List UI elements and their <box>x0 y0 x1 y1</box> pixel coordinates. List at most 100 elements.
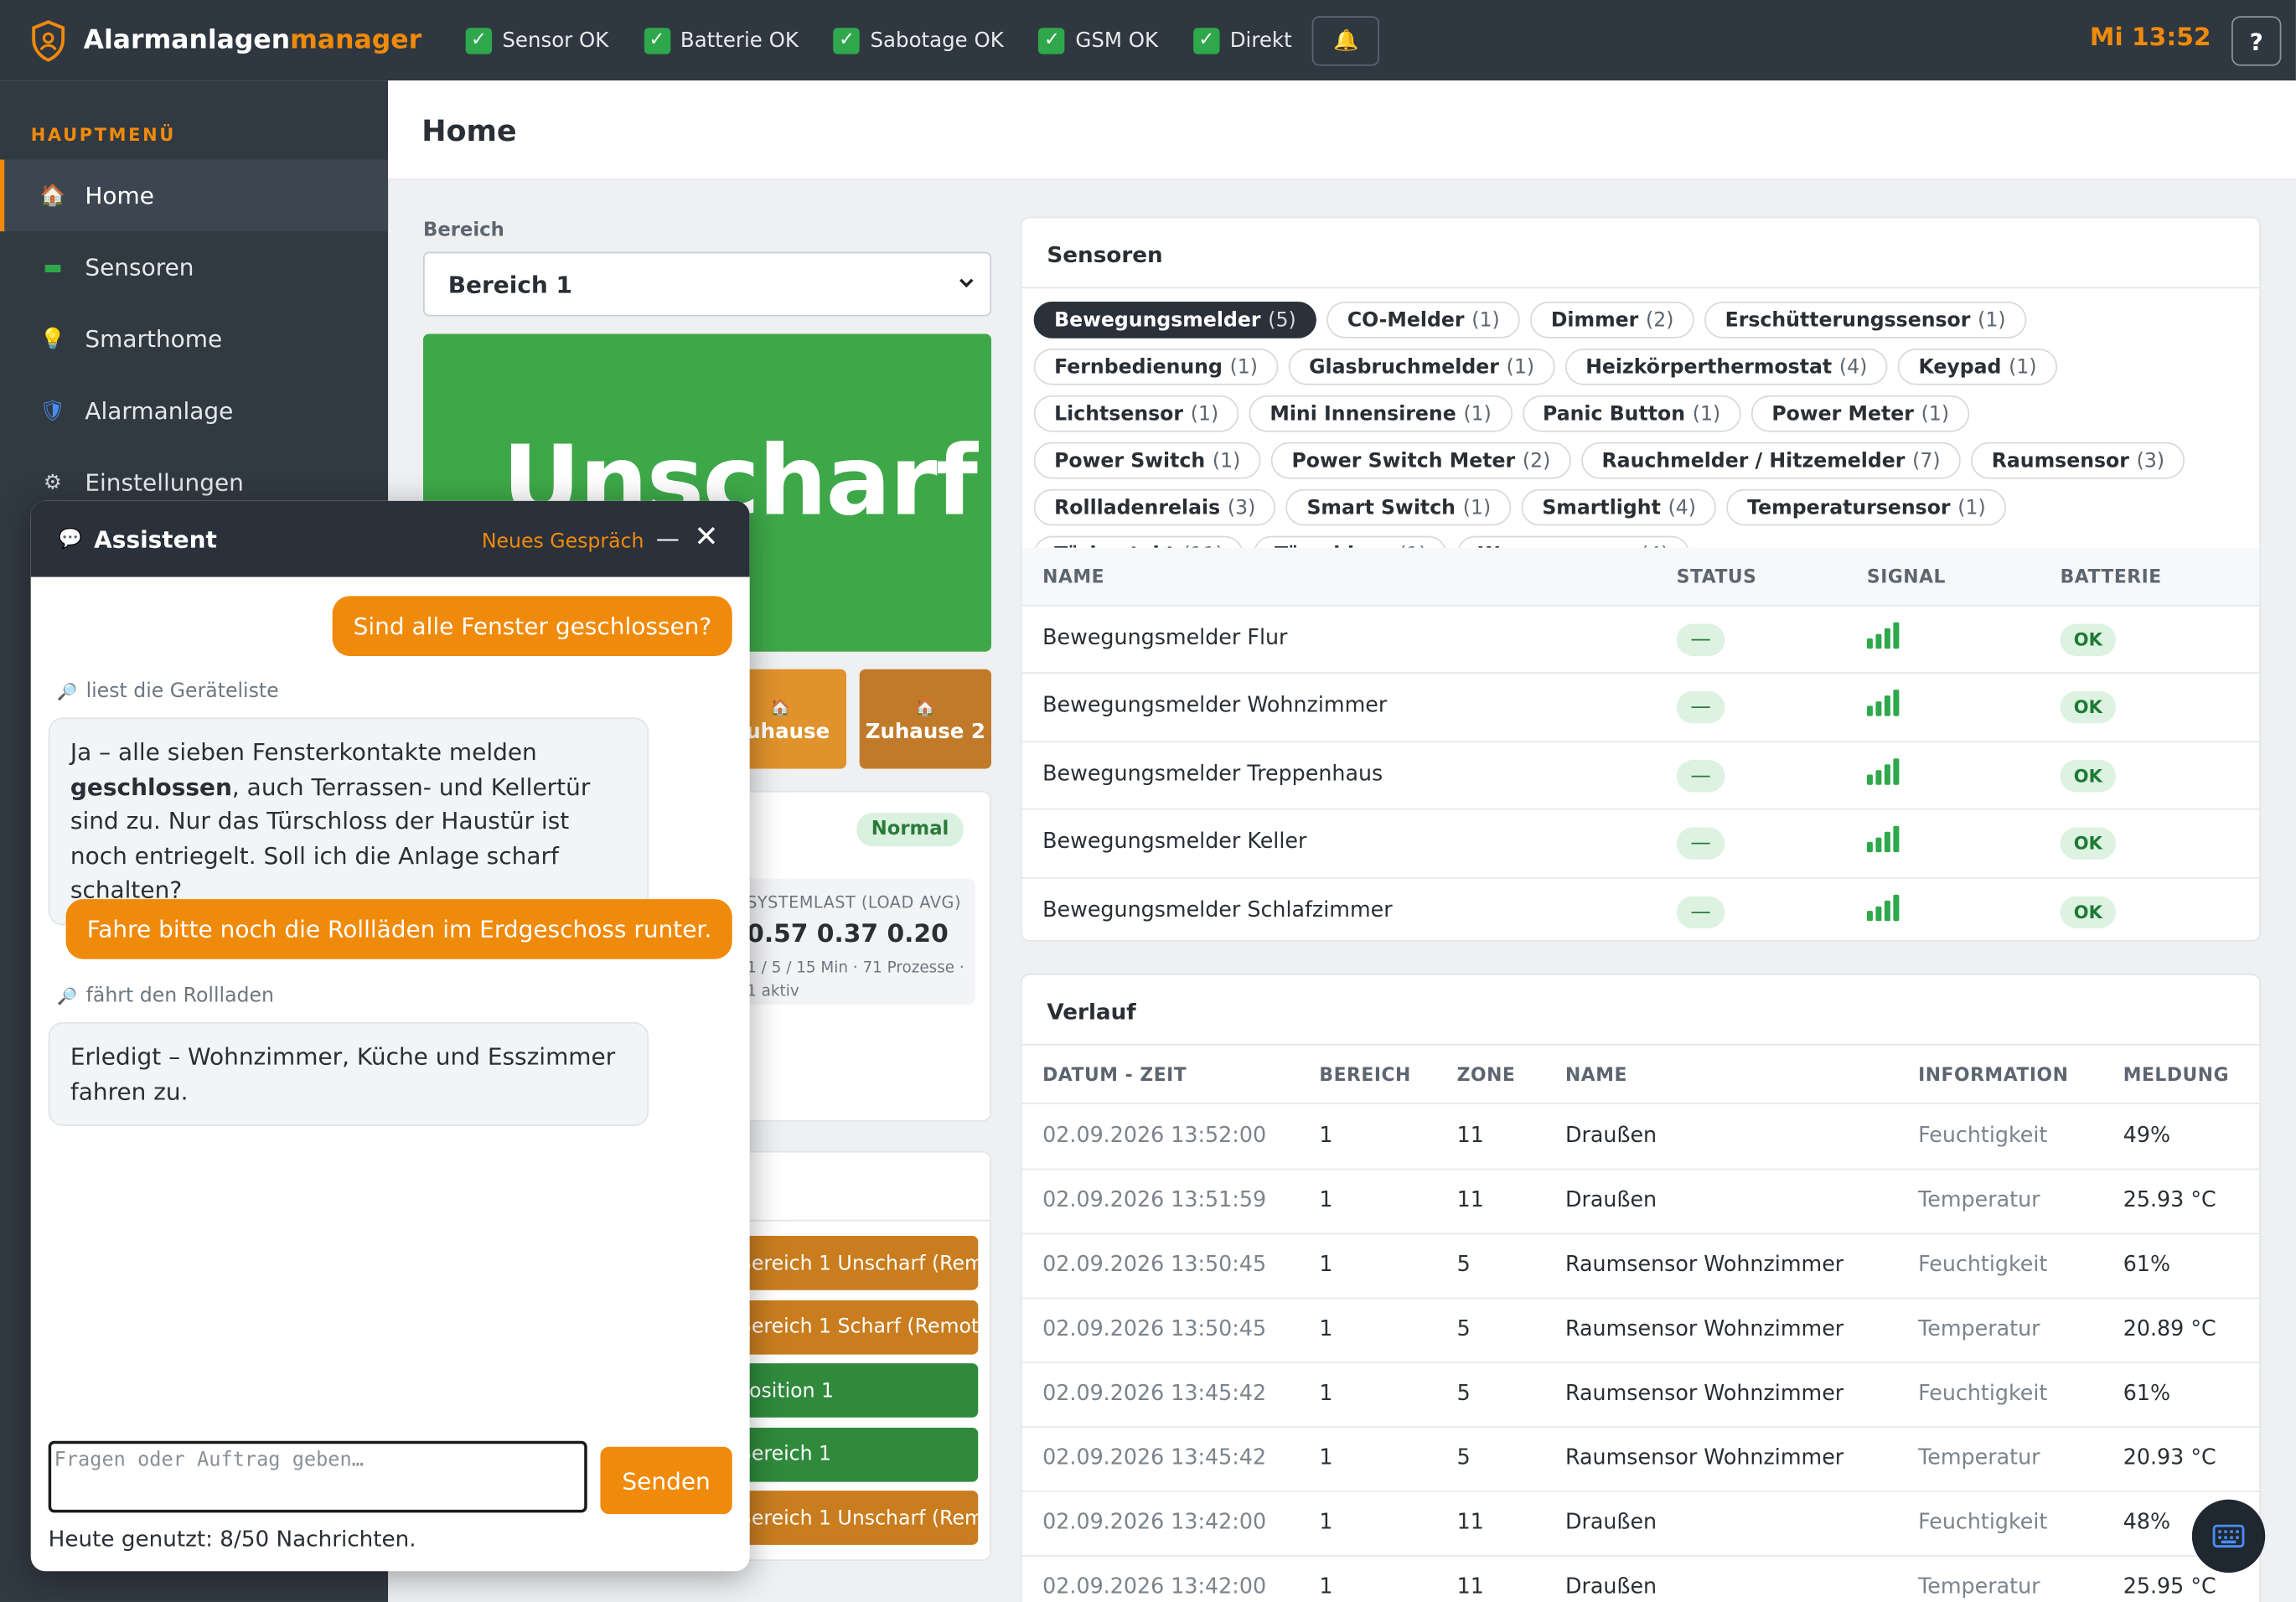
sidebar-item-sensoren[interactable]: ▬ Sensoren <box>0 231 388 303</box>
table-row[interactable]: Bewegungsmelder Wohnzimmer — OK <box>1021 674 2260 742</box>
status-badge: — <box>1676 827 1725 860</box>
column-header: ZONE <box>1456 1062 1516 1086</box>
check-icon: ✓ <box>833 27 861 54</box>
column-header: STATUS <box>1676 565 1757 587</box>
sensor-type-chip[interactable]: Heizkörperthermostat (4) <box>1564 348 1888 385</box>
monitor-icon: ▬ <box>43 255 63 279</box>
status-badge: — <box>1676 691 1725 725</box>
new-conversation-link[interactable]: Neues Gespräch <box>482 530 644 554</box>
sidebar-item-smarthome[interactable]: 💡 Smarthome <box>0 303 388 375</box>
chip-count: (1) <box>1506 354 1535 379</box>
chip-name: Raumsensor <box>1991 448 2129 473</box>
sensor-type-filter: Bewegungsmelder (5) CO-Melder (1) Dimmer (2) E… <box>1022 288 2208 582</box>
status-check-label: Sabotage OK <box>870 28 1004 53</box>
help-button[interactable]: ? <box>2231 16 2282 66</box>
sidebar-item-home[interactable]: 🏠 Home <box>0 159 389 232</box>
status-check-label: Sensor OK <box>502 28 609 53</box>
table-row[interactable]: 02.09.2026 13:45:42 1 5 Raumsensor Wohnzimm… <box>1021 1363 2260 1429</box>
history-name: Draußen <box>1564 1189 1657 1213</box>
sensor-type-chip[interactable]: Rauchmelder / Hitzemelder (7) <box>1581 442 1962 479</box>
sensor-type-chip[interactable]: Power Meter (1) <box>1750 395 1970 432</box>
sensor-name: Bewegungsmelder Wohnzimmer <box>1042 695 1388 719</box>
sensor-type-chip[interactable]: Mini Innensirene (1) <box>1249 395 1513 432</box>
table-row[interactable]: Bewegungsmelder Schlafzimmer — OK <box>1022 878 2260 940</box>
sensor-type-chip[interactable]: Panic Button (1) <box>1522 395 1741 432</box>
check-icon: ✓ <box>465 27 493 54</box>
event-item[interactable]: Bereich 1 Scharf (Remote) 1 <box>711 1300 979 1354</box>
column-header: DATUM - ZEIT <box>1042 1062 1187 1086</box>
table-row[interactable]: 02.09.2026 13:50:45 1 5 Raumsensor Wohnzimm… <box>1021 1299 2260 1364</box>
keyboard-icon <box>2212 1524 2245 1548</box>
sensor-type-chip[interactable]: Glasbruchmelder (1) <box>1288 348 1555 385</box>
tool-activity: 🔎 liest die Geräteliste <box>57 680 279 703</box>
table-row[interactable]: 02.09.2026 13:42:00 1 11 Draußen Feuchtigkei… <box>1021 1492 2260 1557</box>
chip-name: Power Switch Meter <box>1291 448 1516 473</box>
chip-count: (4) <box>1838 354 1868 379</box>
usage-counter: Heute genutzt: 8/50 Nachrichten. <box>48 1526 416 1553</box>
close-icon[interactable]: ✕ <box>694 519 718 554</box>
chip-name: Temperatursensor <box>1747 495 1951 519</box>
event-item[interactable]: Bereich 1 Unscharf (Remote) 1 <box>711 1491 979 1545</box>
chip-count: (1) <box>1190 401 1219 426</box>
table-row[interactable]: Bewegungsmelder Keller — OK <box>1021 810 2260 878</box>
bereich-label: Bereich <box>422 220 504 242</box>
chip-count: (3) <box>1227 495 1256 519</box>
chip-count: (4) <box>1668 495 1697 519</box>
sidebar-item-label: Sensoren <box>85 253 194 282</box>
table-row[interactable]: 02.09.2026 13:51:59 1 11 Draußen Temperatur 2… <box>1021 1170 2260 1235</box>
bereich-select[interactable]: Bereich 1 <box>422 251 991 317</box>
system-load-detail: 1 / 5 / 15 Min · 71 Prozesse · 1 aktiv <box>747 959 964 1000</box>
history-table-header: DATUM - ZEIT BEREICH ZONE NAME INFORMATION ME… <box>1021 1045 2260 1104</box>
table-row[interactable]: Bewegungsmelder Flur — OK <box>1021 607 2260 674</box>
history-bereich: 1 <box>1319 1575 1333 1599</box>
brand[interactable]: Alarmanlagenmanager <box>29 18 425 62</box>
event-item[interactable]: Bereich 1 Unscharf (Remote) 1 <box>711 1236 979 1290</box>
check-icon: ✓ <box>644 27 670 54</box>
history-name: Draußen <box>1564 1575 1657 1599</box>
chip-name: Panic Button <box>1543 401 1686 426</box>
keyboard-button[interactable] <box>2191 1499 2266 1574</box>
history-name: Raumsensor Wohnzimmer <box>1564 1253 1844 1277</box>
chip-name: Power Switch <box>1054 448 1206 473</box>
assistant-message: Erledigt – Wohnzimmer, Küche und Esszimm… <box>48 1021 649 1126</box>
sensor-type-chip[interactable]: Fernbedienung (1) <box>1033 348 1279 385</box>
history-meldung: 48% <box>2123 1511 2171 1535</box>
table-row[interactable]: 02.09.2026 13:42:00 1 11 Draußen Temperatur 2… <box>1022 1557 2260 1602</box>
zuhause-2-button[interactable]: 🏠 Zuhause 2 <box>859 669 991 769</box>
table-row[interactable]: 02.09.2026 13:50:45 1 5 Raumsensor Wohnzimm… <box>1021 1234 2260 1300</box>
event-item[interactable]: Position 1 <box>711 1363 979 1418</box>
status-check: ✓ Sensor OK <box>465 27 609 54</box>
history-zone: 5 <box>1456 1382 1471 1406</box>
sensor-type-chip[interactable]: Bewegungsmelder (5) <box>1033 302 1317 338</box>
send-button[interactable]: Senden <box>600 1446 732 1515</box>
bell-button[interactable]: 🔔 <box>1312 15 1380 65</box>
history-meldung: 61% <box>2123 1253 2171 1277</box>
sensor-type-chip[interactable]: Smart Switch (1) <box>1285 488 1512 526</box>
event-item[interactable]: Bereich 1 <box>711 1427 979 1481</box>
sensor-type-chip[interactable]: Power Switch Meter (2) <box>1271 442 1571 479</box>
history-meldung: 25.95 °C <box>2123 1575 2216 1599</box>
chip-name: Rauchmelder / Hitzemelder <box>1601 448 1906 473</box>
table-row[interactable]: 02.09.2026 13:45:42 1 5 Raumsensor Wohnzimm… <box>1021 1428 2260 1492</box>
system-load-card: SYSTEMLAST (LOAD AVG) 0.57 0.37 0.20 1 /… <box>711 878 975 1005</box>
sensor-type-chip[interactable]: Lichtsensor (1) <box>1033 395 1239 432</box>
sensor-type-chip[interactable]: Keypad (1) <box>1898 348 2058 385</box>
shield-logo-icon <box>32 19 65 61</box>
sensor-type-chip[interactable]: Dimmer (2) <box>1530 302 1694 338</box>
sensor-type-chip[interactable]: CO-Melder (1) <box>1326 302 1521 338</box>
table-row[interactable]: Bewegungsmelder Treppenhaus — OK <box>1021 742 2260 810</box>
sensors-table-header: NAME STATUS SIGNAL BATTERIE <box>1021 547 2260 607</box>
sensor-type-chip[interactable]: Rollladenrelais (3) <box>1033 488 1276 526</box>
sensor-type-chip[interactable]: Power Switch (1) <box>1033 442 1261 479</box>
minimize-icon[interactable]: — <box>656 525 680 552</box>
chip-count: (3) <box>2136 448 2165 473</box>
sensor-type-chip[interactable]: Erschütterungssensor (1) <box>1704 302 2027 338</box>
table-row[interactable]: 02.09.2026 13:52:00 1 11 Draußen Feuchtigkei… <box>1021 1106 2260 1170</box>
history-bereich: 1 <box>1319 1124 1333 1149</box>
bereich-select-value: Bereich 1 <box>447 270 572 298</box>
sensor-type-chip[interactable]: Smartlight (4) <box>1521 488 1717 526</box>
chat-input[interactable]: Fragen oder Auftrag geben… <box>48 1440 587 1513</box>
sensor-type-chip[interactable]: Raumsensor (3) <box>1971 442 2185 479</box>
sensor-type-chip[interactable]: Temperatursensor (1) <box>1726 488 2007 526</box>
sidebar-item-alarmanlage[interactable]: 🛡 Alarmanlage <box>0 375 388 447</box>
